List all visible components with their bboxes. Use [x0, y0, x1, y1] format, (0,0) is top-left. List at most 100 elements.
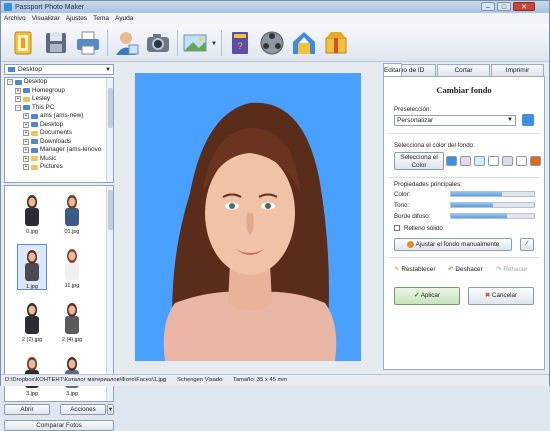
apply-button[interactable]: ✔ Aplicar [394, 287, 460, 305]
wand-icon[interactable]: ⁄ [520, 238, 534, 251]
thumbnail[interactable]: 1.jpg [17, 244, 47, 290]
tree-item[interactable]: − Desktop [5, 78, 113, 87]
location-combo[interactable]: Desktop ▼ [4, 64, 114, 75]
expand-icon[interactable]: − [15, 104, 21, 111]
preselect-select[interactable]: Personalizar ▼ [394, 115, 516, 126]
tono-slider[interactable] [450, 202, 535, 208]
cancel-button[interactable]: ✖ Cancelar [468, 287, 534, 305]
tree-item[interactable]: + Music [5, 155, 113, 164]
photo-canvas[interactable] [135, 73, 361, 361]
thumbnail[interactable]: 2 (2).jpg [17, 298, 47, 344]
compare-photos-button[interactable]: Comparar Fotos [4, 420, 114, 431]
thumbs-scrollbar[interactable] [106, 186, 113, 401]
tree-scrollbar[interactable] [106, 78, 113, 182]
maximize-button[interactable]: □ [497, 2, 511, 11]
portrait-photo [163, 102, 337, 361]
tree-item[interactable]: + Manager (ams-lenovo [5, 146, 113, 155]
tree-item-label: Downloads [40, 137, 72, 145]
chevron-down-icon[interactable]: ▼ [105, 67, 111, 73]
menu-ajustes[interactable]: Ajustes [66, 15, 87, 22]
cart-icon[interactable] [321, 28, 351, 58]
status-path: D:\Dropbox\КОНТЕНТ\Каталог материалов\Фо… [5, 377, 167, 383]
actions-dropdown[interactable]: ▾ [107, 404, 114, 415]
tree-item[interactable]: + Documents [5, 129, 113, 138]
color-swatch[interactable] [460, 156, 471, 166]
tree-item-label: Desktop [24, 78, 48, 85]
color-slider[interactable] [450, 191, 535, 197]
book-icon[interactable]: ? [225, 28, 255, 58]
thumbnail-caption: 2 (2).jpg [21, 337, 43, 343]
solid-fill-label: Relleno sólido [404, 225, 443, 232]
tree-item-label: Documents [40, 129, 72, 136]
thumbnail-image [65, 249, 79, 280]
tree-item[interactable]: + Lesley [5, 95, 113, 104]
color-swatch[interactable] [516, 156, 527, 166]
status-size: Tamaño: 35 x 45 mm [233, 377, 288, 383]
tree-item[interactable]: + Desktop [5, 121, 113, 130]
color-swatch[interactable] [446, 156, 457, 166]
preselect-value: Personalizar [397, 117, 434, 124]
expand-icon[interactable]: + [23, 164, 29, 171]
borde-slider[interactable] [450, 213, 535, 219]
video-icon[interactable] [257, 28, 287, 58]
chevron-down-icon[interactable]: ▼ [211, 41, 217, 47]
tree-item[interactable]: + Pictures [5, 163, 113, 172]
reset-button[interactable]: ✎ Restablecer [394, 265, 435, 274]
tree-item[interactable]: + Downloads [5, 138, 113, 147]
tab-cortar[interactable]: Cortar [437, 64, 490, 76]
minimize-button[interactable]: – [481, 2, 495, 11]
actions-button[interactable]: Acciones [60, 404, 106, 415]
menu-tema[interactable]: Tema [93, 15, 109, 22]
close-button[interactable]: ✕ [513, 2, 535, 11]
color-swatch[interactable] [488, 156, 499, 166]
thumbnail[interactable]: 2 (4).jpg [57, 298, 87, 344]
redo-icon: ↷ [496, 266, 502, 273]
select-color-button[interactable]: Selecciona el Color [394, 152, 444, 170]
menu-bar: Archivo Visualizar Ajustes Tema Ayuda [1, 13, 549, 24]
upload-icon[interactable] [289, 28, 319, 58]
expand-icon[interactable]: + [23, 155, 29, 162]
menu-ayuda[interactable]: Ayuda [115, 15, 133, 22]
title-bar: Passport Photo Maker – □ ✕ [1, 1, 549, 13]
save-icon[interactable] [41, 28, 71, 58]
tree-item[interactable]: − This PC [5, 104, 113, 113]
tree-item[interactable]: + ams (ams-new) [5, 112, 113, 121]
tab-imprimir[interactable]: Imprimir [491, 64, 544, 76]
folder-icon [31, 139, 38, 145]
tree-item[interactable]: + Homegroup [5, 87, 113, 96]
redo-button[interactable]: ↷ Rehacer [496, 265, 528, 274]
expand-icon[interactable]: + [15, 87, 21, 94]
color-swatch[interactable] [502, 156, 513, 166]
expand-icon[interactable]: + [23, 113, 29, 120]
thumbnail[interactable]: 0.jpg [17, 190, 47, 236]
palette-icon [406, 240, 414, 248]
tab-editar[interactable]: Editar [383, 63, 402, 76]
folder-tree[interactable]: − Desktop + Homegroup + Lesley − This PC + ams (a… [4, 77, 114, 183]
menu-archivo[interactable]: Archivo [4, 15, 26, 22]
user-icon[interactable] [111, 28, 141, 58]
thumbnail-image [25, 303, 39, 334]
thumbnail-caption: 3.jpg [66, 391, 78, 397]
expand-icon[interactable]: + [23, 147, 29, 154]
color-swatch[interactable] [530, 156, 541, 166]
enhance-icon[interactable] [181, 28, 211, 58]
thumbnail-grid[interactable]: 0.jpg 01.jpg 1.jpg 11.jpg 2 (2).jpg 2 (4).jpg… [4, 185, 114, 402]
open-button[interactable]: Abrir [4, 404, 50, 415]
expand-icon[interactable]: + [23, 130, 29, 137]
print-icon[interactable] [73, 28, 103, 58]
menu-visualizar[interactable]: Visualizar [32, 15, 60, 22]
undo-button[interactable]: ↶ Deshacer [448, 265, 483, 274]
expand-icon[interactable]: + [15, 96, 21, 103]
expand-icon[interactable]: − [7, 79, 13, 86]
manual-adjust-button[interactable]: Ajustar el fondo manualmente [394, 238, 512, 251]
thumbnail[interactable]: 11.jpg [57, 244, 87, 290]
save-preset-icon[interactable] [522, 114, 534, 126]
open-icon[interactable] [9, 28, 39, 58]
expand-icon[interactable]: + [23, 121, 29, 128]
thumbnail[interactable]: 01.jpg [57, 190, 87, 236]
expand-icon[interactable]: + [23, 138, 29, 145]
color-swatch[interactable] [474, 156, 485, 166]
camera-icon[interactable] [143, 28, 173, 58]
desktop-icon [8, 67, 15, 72]
solid-fill-checkbox[interactable] [394, 225, 400, 231]
